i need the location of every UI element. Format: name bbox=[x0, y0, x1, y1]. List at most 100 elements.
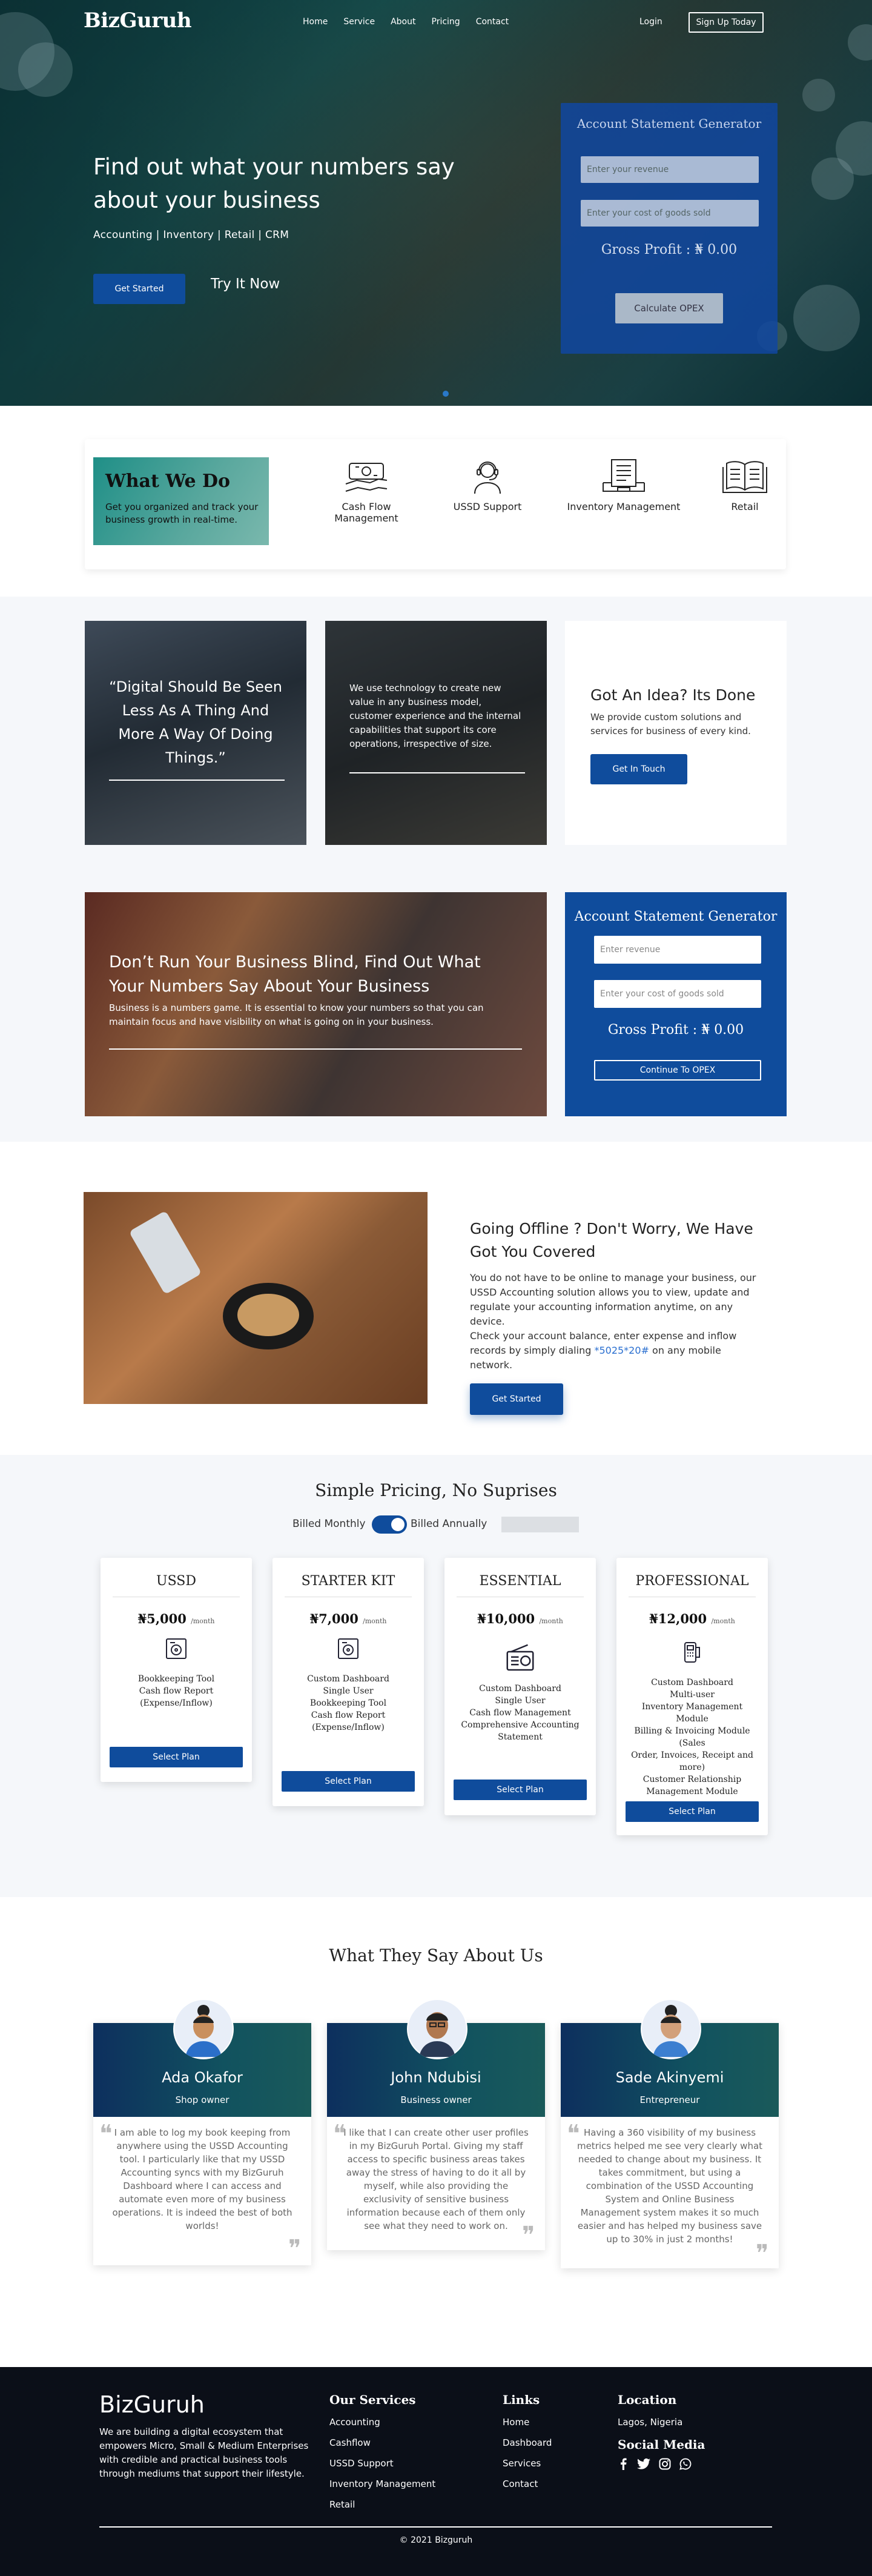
quote-close-icon: ❞ bbox=[522, 2222, 535, 2250]
revenue-input[interactable]: Enter your revenue bbox=[581, 156, 759, 183]
footer-link[interactable]: Dashboard bbox=[503, 2432, 552, 2453]
idea-title: Got An Idea? Its Done bbox=[590, 686, 756, 704]
service-cash-flow[interactable]: Cash Flow Management bbox=[309, 457, 424, 524]
nav-pricing[interactable]: Pricing bbox=[432, 17, 460, 27]
feature: Cash flow Management bbox=[469, 1708, 571, 1718]
feature: Comprehensive Accounting bbox=[461, 1720, 580, 1730]
nav-contact[interactable]: Contact bbox=[476, 17, 509, 27]
feature: Single User bbox=[323, 1686, 374, 1696]
divider bbox=[349, 772, 525, 773]
what-we-do-card: What We Do Get you organized and track y… bbox=[85, 439, 786, 569]
service-inventory[interactable]: Inventory Management bbox=[563, 457, 684, 512]
service-label: USSD Support bbox=[453, 501, 522, 512]
nav-home[interactable]: Home bbox=[303, 17, 328, 27]
offline-title: Going Offline ? Don't Worry, We Have Got… bbox=[470, 1220, 753, 1260]
ussd-code: *5025*20# bbox=[594, 1345, 649, 1356]
avatar-woman-icon bbox=[642, 2000, 700, 2058]
divider bbox=[109, 780, 285, 781]
continue-to-opex-button[interactable]: Continue To OPEX bbox=[594, 1060, 761, 1081]
price-period: /month bbox=[539, 1617, 563, 1625]
feature: Inventory Management Module bbox=[641, 1702, 743, 1724]
select-plan-button[interactable]: Select Plan bbox=[282, 1771, 415, 1792]
calculator-title: Account Statement Generator bbox=[576, 116, 762, 131]
plan-name: ESSENTIAL bbox=[479, 1574, 561, 1589]
footer-logo[interactable]: BizGuruh bbox=[99, 2391, 205, 2418]
quote-open-icon: ❝ bbox=[99, 2120, 113, 2148]
service-label: Inventory Management bbox=[567, 501, 681, 512]
testimonial-card: Sade Akinyemi Entrepreneur Having a 360 … bbox=[561, 1999, 779, 2268]
feature: Order, Invoices, Receipt and more) bbox=[631, 1750, 753, 1772]
blind-desc: Business is a numbers game. It is essent… bbox=[109, 1002, 484, 1027]
testimonial-text: I am able to log my book keeping from an… bbox=[112, 2127, 292, 2231]
footer-divider bbox=[99, 2526, 772, 2528]
whatsapp-icon[interactable] bbox=[679, 2458, 692, 2470]
billed-monthly-label: Billed Monthly bbox=[292, 1518, 366, 1530]
quote-open-icon: ❝ bbox=[567, 2120, 580, 2148]
footer-link[interactable]: Services bbox=[503, 2453, 552, 2474]
testimonial-role: Business owner bbox=[400, 2094, 472, 2105]
cogs-input[interactable]: Enter your cost of goods sold bbox=[581, 200, 759, 227]
signup-button[interactable]: Sign Up Today bbox=[689, 12, 764, 33]
carousel-dot[interactable] bbox=[443, 391, 449, 397]
service-ussd-support[interactable]: USSD Support bbox=[439, 457, 536, 512]
login-link[interactable]: Login bbox=[639, 17, 662, 27]
instagram-icon[interactable] bbox=[659, 2458, 671, 2470]
idea-card: Got An Idea? Its Done We provide custom … bbox=[565, 621, 787, 845]
pricing-title: Simple Pricing, No Suprises bbox=[315, 1480, 557, 1500]
calculator2-title: Account Statement Generator bbox=[574, 909, 778, 924]
facebook-icon[interactable] bbox=[618, 2458, 629, 2470]
plan-ussd: USSD ₦5,000 /month Bookkeeping Tool Cash… bbox=[101, 1558, 252, 1782]
testimonial-card: Ada Okafor Shop owner I am able to log m… bbox=[93, 1999, 311, 2265]
revenue-input[interactable]: Enter revenue bbox=[594, 936, 761, 964]
nav-service[interactable]: Service bbox=[343, 17, 375, 27]
nav-about[interactable]: About bbox=[391, 17, 415, 27]
support-agent-icon bbox=[474, 462, 501, 494]
plan-price: ₦10,000 /month bbox=[444, 1611, 596, 1626]
cogs-input[interactable]: Enter your cost of goods sold bbox=[594, 980, 761, 1008]
select-plan-button[interactable]: Select Plan bbox=[626, 1801, 759, 1822]
footer-link[interactable]: Accounting bbox=[329, 2412, 435, 2432]
footer-link[interactable]: Contact bbox=[503, 2474, 552, 2494]
coffee-foam bbox=[237, 1294, 299, 1336]
avatar-man-icon bbox=[408, 2000, 466, 2058]
plan-price: ₦12,000 /month bbox=[616, 1611, 768, 1626]
feature: (Expense/Inflow) bbox=[140, 1698, 213, 1708]
footer-desc: We are building a digital ecosystem that… bbox=[99, 2426, 309, 2479]
feature: Single User bbox=[495, 1696, 546, 1706]
feature: Billing & Invoicing Module (Sales bbox=[634, 1726, 750, 1748]
price-value: ₦10,000 bbox=[477, 1611, 535, 1626]
select-plan-button[interactable]: Select Plan bbox=[454, 1780, 587, 1800]
radio-icon bbox=[506, 1644, 534, 1671]
logo[interactable]: BizGuruh bbox=[84, 8, 192, 33]
footer-link[interactable]: Retail bbox=[329, 2494, 435, 2515]
select-plan-button[interactable]: Select Plan bbox=[110, 1747, 243, 1767]
pricing-section: Simple Pricing, No Suprises Billed Month… bbox=[0, 1455, 872, 1897]
offline-get-started-button[interactable]: Get Started bbox=[470, 1383, 563, 1415]
twitter-icon[interactable] bbox=[637, 2458, 650, 2470]
footer-link[interactable]: Inventory Management bbox=[329, 2474, 435, 2494]
quote-close-icon: ❞ bbox=[288, 2235, 302, 2263]
nav-links: Home Service About Pricing Contact bbox=[303, 17, 509, 27]
try-it-now-link[interactable]: Try It Now bbox=[211, 276, 280, 292]
footer-link[interactable]: Cashflow bbox=[329, 2432, 435, 2453]
footer-link[interactable]: Home bbox=[503, 2412, 552, 2432]
get-in-touch-button[interactable]: Get In Touch bbox=[590, 754, 687, 784]
service-label: Cash Flow Management bbox=[334, 501, 398, 524]
service-retail[interactable]: Retail bbox=[715, 457, 775, 512]
price-value: ₦12,000 bbox=[649, 1611, 707, 1626]
get-started-button[interactable]: Get Started bbox=[93, 274, 185, 304]
coffee-phone-image bbox=[84, 1192, 428, 1404]
quote-open-icon: ❝ bbox=[333, 2120, 346, 2148]
billing-toggle[interactable] bbox=[372, 1515, 407, 1534]
social-heading: Social Media bbox=[618, 2437, 705, 2452]
cash-register-icon bbox=[166, 1638, 187, 1659]
calculate-opex-button[interactable]: Calculate OPEX bbox=[615, 293, 723, 323]
feature: Cash flow Report bbox=[139, 1686, 214, 1696]
offline-desc: You do not have to be online to manage y… bbox=[470, 1271, 761, 1372]
feature: Custom Dashboard bbox=[479, 1684, 561, 1694]
location-heading: Location bbox=[618, 2392, 677, 2407]
footer-link[interactable]: USSD Support bbox=[329, 2453, 435, 2474]
services-heading: Our Services bbox=[329, 2392, 416, 2407]
plan-name: USSD bbox=[156, 1574, 196, 1589]
discount-badge bbox=[501, 1517, 579, 1532]
